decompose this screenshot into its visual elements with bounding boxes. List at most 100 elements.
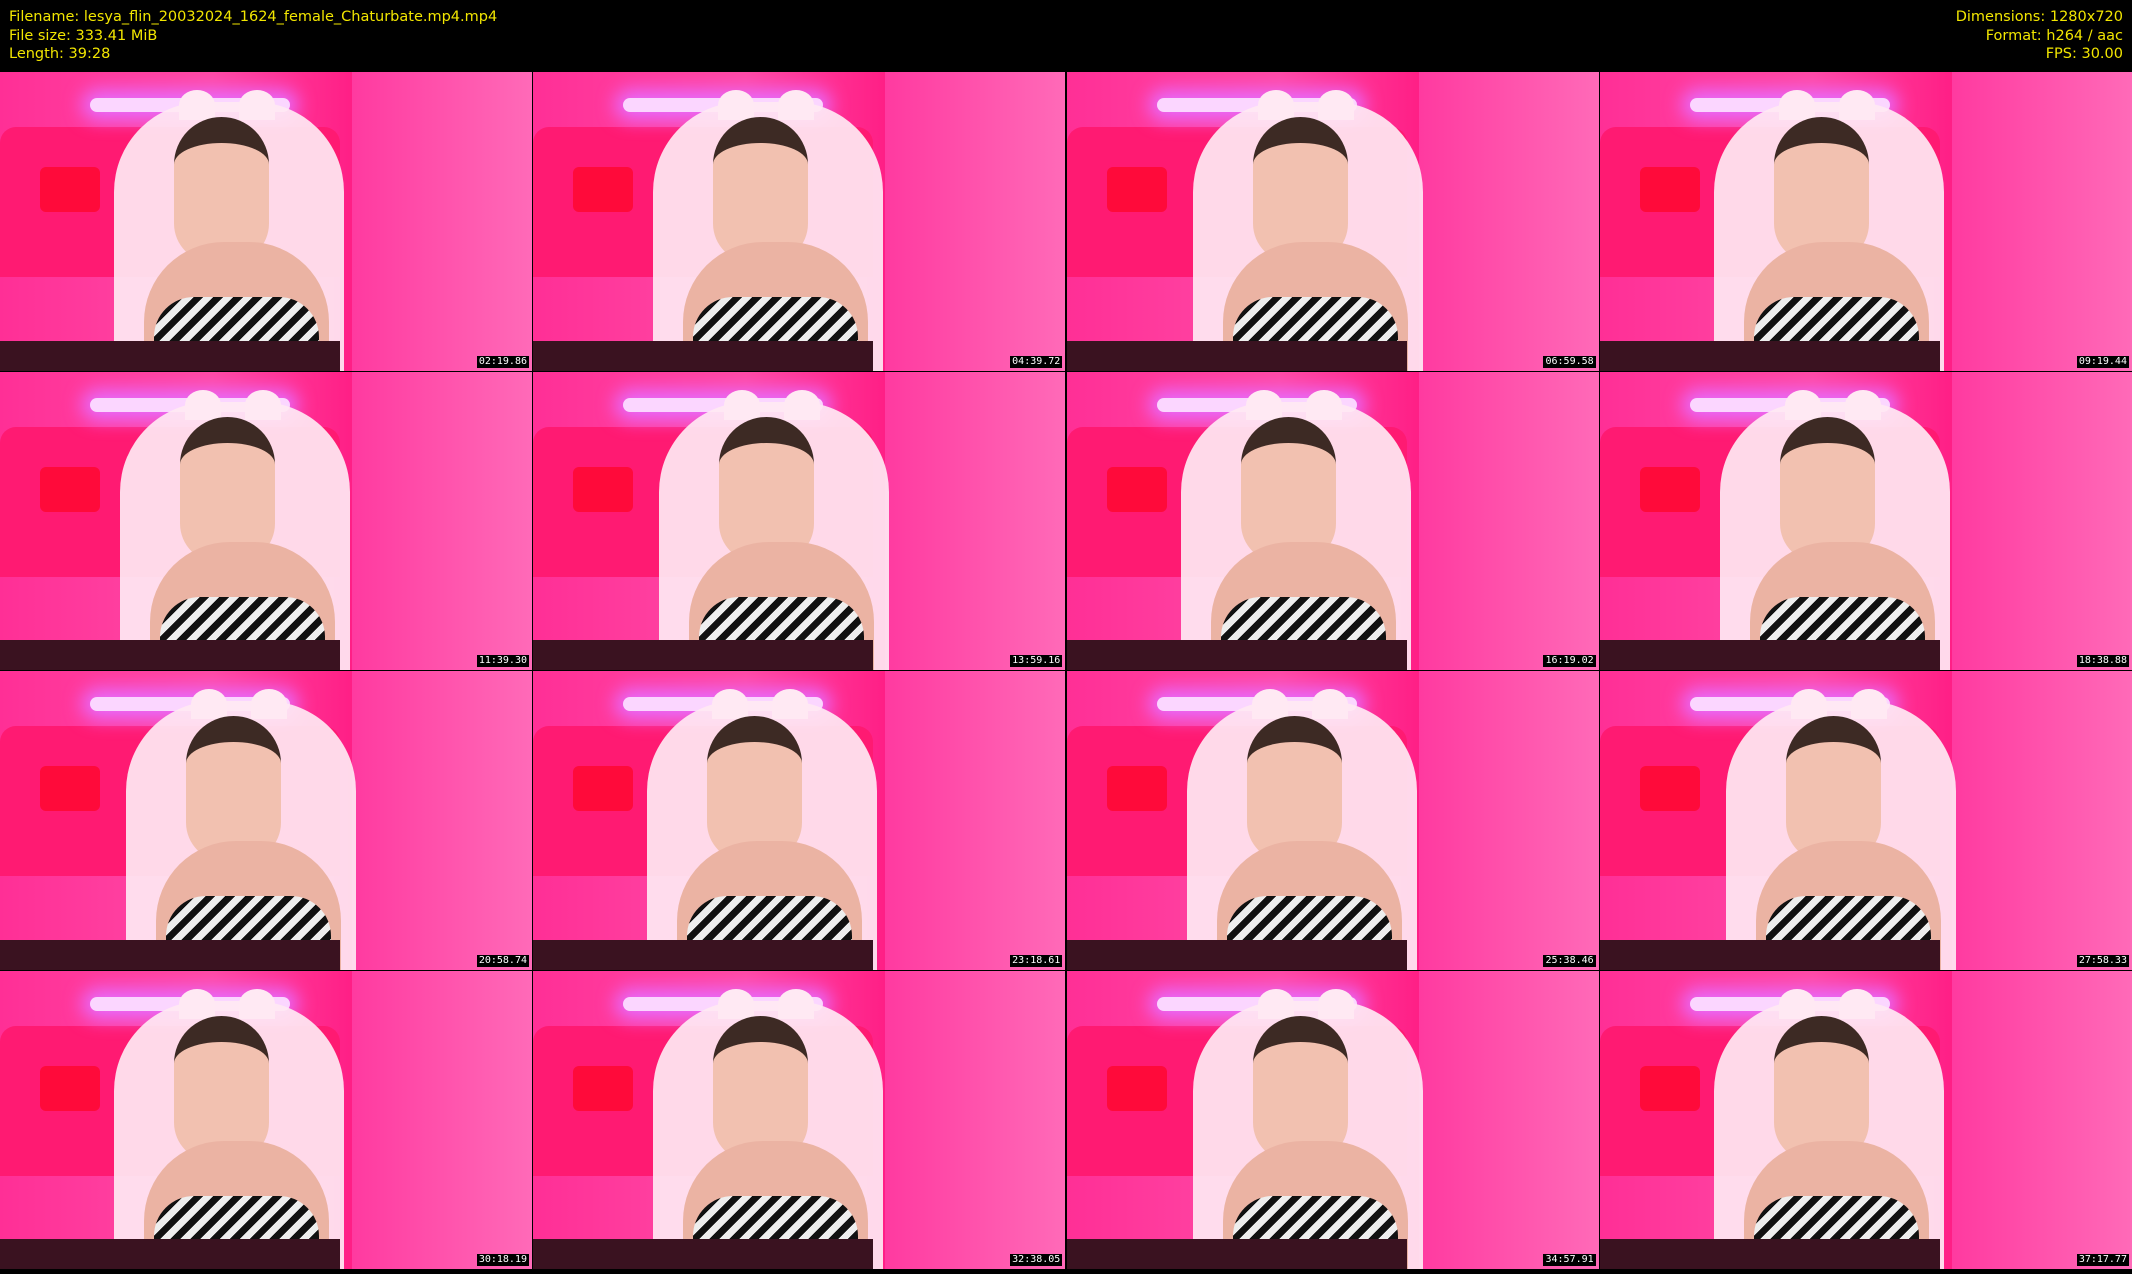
timestamp-label: 27:58.33	[2076, 954, 2129, 967]
dimensions-text: Dimensions: 1280x720	[1955, 9, 2123, 25]
chair-ear	[724, 389, 761, 420]
wall	[352, 371, 532, 670]
format-text: Format: h264 / aac	[1985, 27, 2123, 44]
chair-ear	[239, 90, 275, 120]
red-pillow	[573, 167, 634, 212]
red-pillow	[573, 766, 634, 811]
video-frame-thumbnail: 18:38.88	[1599, 371, 2132, 670]
video-frame-thumbnail: 11:39.30	[0, 371, 532, 670]
timestamp-label: 04:39.72	[1010, 355, 1063, 368]
wall	[1418, 671, 1599, 970]
video-frame-thumbnail: 37:17.77	[1599, 970, 2132, 1269]
chair-ear	[1844, 389, 1881, 420]
wall	[1951, 72, 2132, 371]
chair-ear	[185, 389, 221, 420]
chair-ear	[1784, 389, 1821, 420]
wall	[1418, 72, 1599, 371]
timestamp-label: 06:59.58	[1543, 355, 1596, 368]
person-head	[180, 416, 275, 563]
red-pillow	[573, 466, 634, 512]
video-frame-thumbnail: 13:59.16	[533, 371, 1066, 670]
timestamp-label: 25:38.46	[1543, 954, 1596, 967]
person-head	[1240, 416, 1336, 563]
video-frame-thumbnail: 34:57.91	[1066, 970, 1599, 1269]
filename-text: Filename: lesya_flin_20032024_1624_femal…	[9, 9, 498, 25]
wall	[885, 671, 1066, 970]
chair-ear	[1838, 988, 1875, 1019]
timestamp-label: 23:18.61	[1010, 954, 1063, 967]
red-pillow	[1106, 466, 1167, 512]
video-frame-thumbnail: 06:59.58	[1066, 72, 1599, 371]
red-pillow	[40, 167, 100, 212]
timestamp-label: 37:17.77	[2076, 1254, 2129, 1266]
filesize-text: File size: 333.41 MiB	[9, 27, 158, 44]
chair-ear	[1311, 689, 1348, 719]
chair-ear	[191, 689, 227, 719]
chair-ear	[1838, 90, 1875, 120]
red-pillow	[1639, 167, 1700, 212]
chair-ear	[179, 988, 215, 1019]
floor	[1599, 1239, 1940, 1269]
red-pillow	[1106, 1065, 1167, 1111]
chair-ear	[1778, 90, 1815, 120]
person-head	[713, 1015, 809, 1162]
floor	[533, 939, 874, 970]
chair-ear	[772, 689, 809, 719]
person-head	[1773, 1015, 1869, 1162]
video-frame-thumbnail: 32:38.05	[533, 970, 1066, 1269]
chair-ear	[784, 389, 821, 420]
red-pillow	[1106, 167, 1167, 212]
red-pillow	[40, 766, 100, 811]
wall	[352, 671, 532, 970]
chair-ear	[778, 90, 815, 120]
timestamp-label: 32:38.05	[1010, 1254, 1063, 1266]
person-head	[719, 416, 815, 563]
timestamp-label: 11:39.30	[476, 655, 529, 667]
video-frame-thumbnail: 27:58.33	[1599, 671, 2132, 970]
wall	[1418, 970, 1599, 1269]
video-frame-thumbnail: 30:18.19	[0, 970, 532, 1269]
red-pillow	[573, 1065, 634, 1111]
chair-ear	[1790, 689, 1827, 719]
chair-ear	[778, 988, 815, 1019]
floor	[0, 340, 340, 371]
thumbnail-grid: 02:19.86 04:39.72 06:59.58 09:19.44 11:39.30…	[0, 72, 2132, 1274]
floor	[0, 1239, 340, 1269]
person-head	[1252, 1015, 1348, 1162]
red-pillow	[1639, 466, 1700, 512]
chair-ear	[1257, 988, 1294, 1019]
video-frame-thumbnail: 25:38.46	[1066, 671, 1599, 970]
video-frame-thumbnail: 23:18.61	[533, 671, 1066, 970]
timestamp-label: 09:19.44	[2076, 355, 2129, 368]
video-frame-thumbnail: 04:39.72	[533, 72, 1066, 371]
chair-ear	[712, 689, 749, 719]
floor	[533, 640, 874, 670]
video-frame-thumbnail: 09:19.44	[1599, 72, 2132, 371]
wall	[352, 970, 532, 1269]
wall	[885, 72, 1066, 371]
floor	[0, 640, 340, 670]
floor	[533, 1239, 874, 1269]
timestamp-label: 13:59.16	[1010, 655, 1063, 667]
chair-ear	[239, 988, 275, 1019]
length-text: Length: 39:28	[9, 46, 111, 62]
timestamp-label: 34:57.91	[1543, 1254, 1596, 1266]
floor	[1066, 340, 1407, 371]
chair-ear	[1257, 90, 1294, 120]
chair-ear	[1850, 689, 1887, 719]
wall	[1418, 371, 1599, 670]
chair-ear	[718, 988, 755, 1019]
floor	[1599, 640, 1940, 670]
chair-ear	[1317, 90, 1354, 120]
metadata-header: Filename: lesya_flin_20032024_1624_femal…	[0, 0, 2132, 72]
floor	[1599, 340, 1940, 371]
red-pillow	[1639, 1065, 1700, 1111]
chair-ear	[245, 389, 281, 420]
wall	[885, 970, 1066, 1269]
chair-ear	[179, 90, 215, 120]
wall	[352, 72, 532, 371]
timestamp-label: 18:38.88	[2076, 655, 2129, 667]
metadata-left-block: Filename: lesya_flin_20032024_1624_femal…	[9, 8, 497, 64]
video-frame-thumbnail: 02:19.86	[0, 72, 532, 371]
floor	[1066, 1239, 1407, 1269]
